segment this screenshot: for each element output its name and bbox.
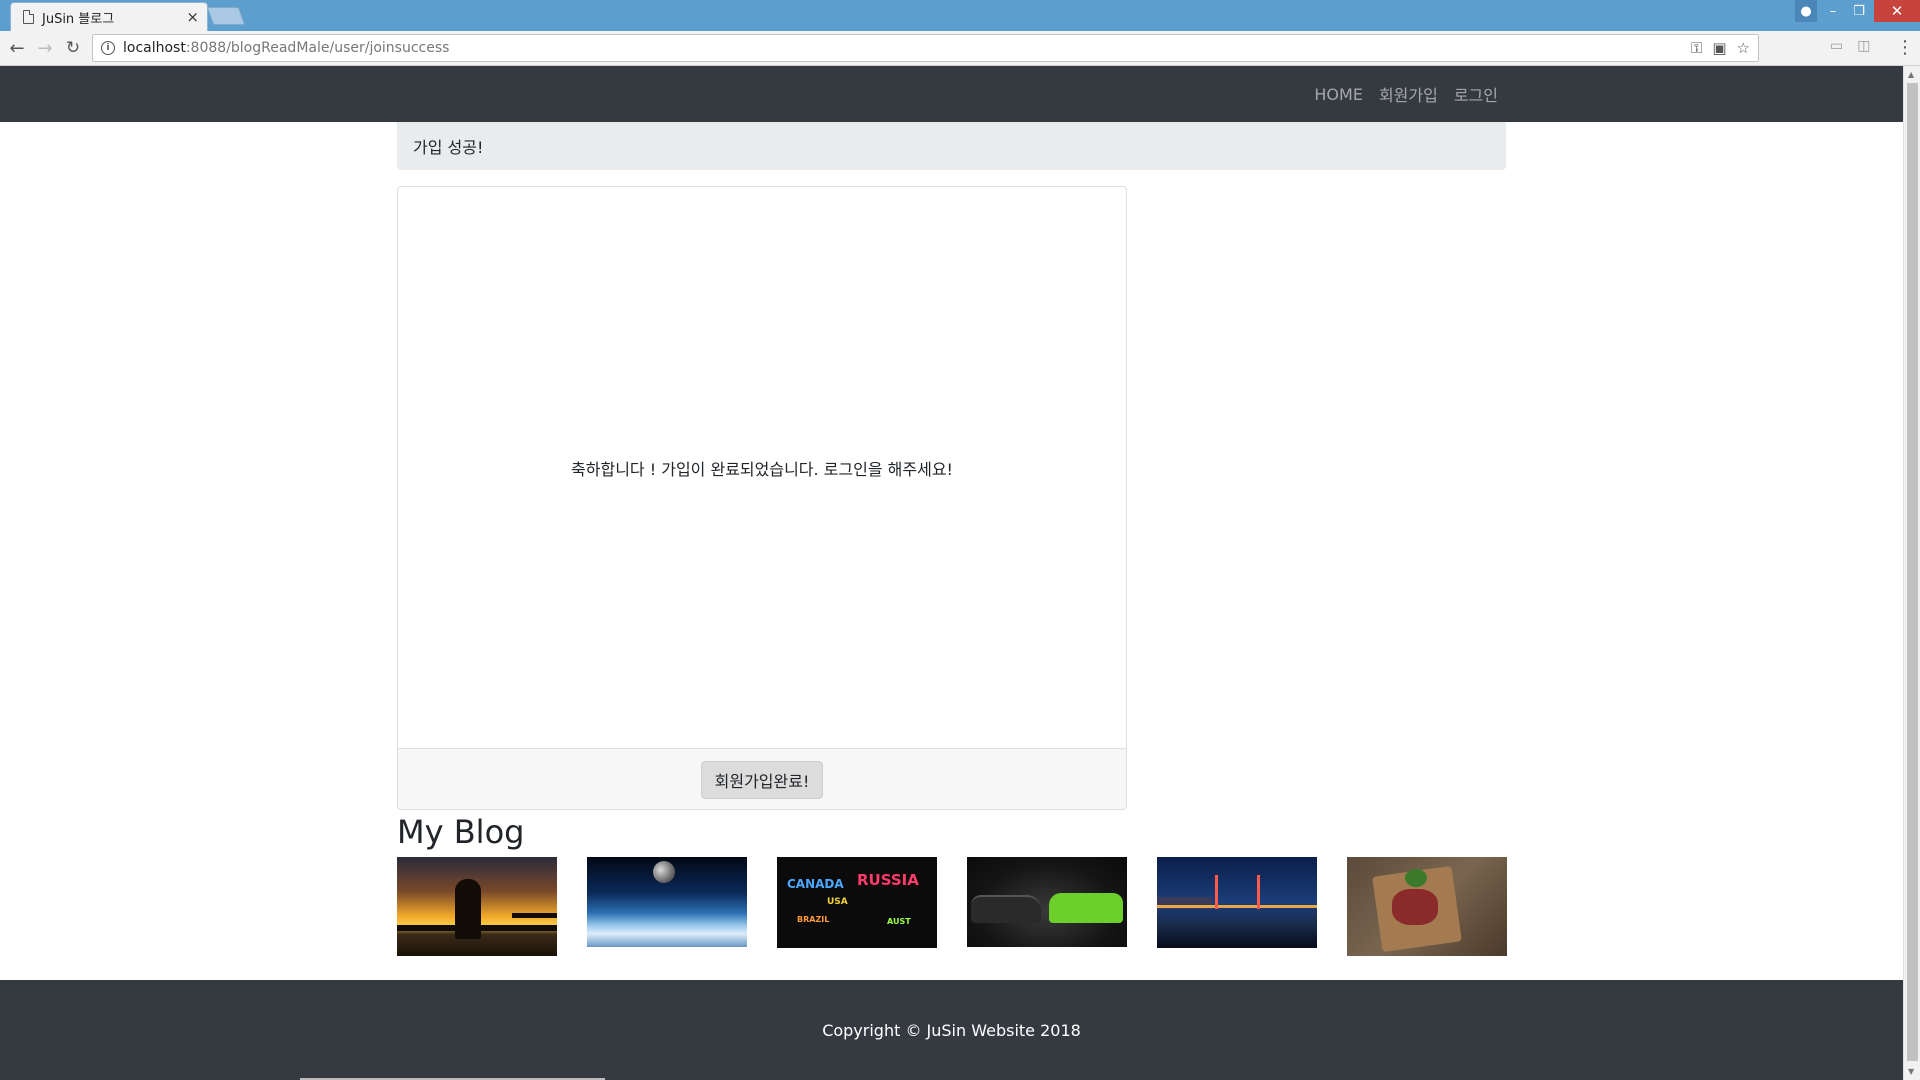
browser-tab[interactable]: JuSin 블로그 × [10, 2, 208, 31]
close-window-button[interactable]: ✕ [1874, 0, 1920, 22]
restore-button[interactable]: ❐ [1846, 0, 1872, 22]
url-host: localhost [123, 40, 186, 56]
nav-link-join[interactable]: 회원가입 [1379, 82, 1438, 106]
nav-link-login[interactable]: 로그인 [1454, 82, 1498, 106]
join-complete-button[interactable]: 회원가입완료! [700, 760, 824, 799]
map-word-brazil: BRAZIL [797, 915, 830, 924]
thumbnail-night-bridge[interactable] [1157, 857, 1317, 948]
map-word-russia: RUSSIA [857, 871, 919, 889]
scroll-up-icon[interactable]: ▲ [1908, 70, 1914, 79]
site-footer: Copyright © JuSin Website 2018 [0, 980, 1903, 1080]
thumbnail-sunset-couple[interactable] [397, 857, 557, 956]
page-scrollbar[interactable]: ▲ ▼ [1903, 66, 1920, 1080]
translate-icon[interactable]: ▣ [1712, 39, 1726, 57]
page-icon [23, 10, 34, 24]
site-navbar: HOME 회원가입 로그인 [0, 66, 1903, 122]
extension-icon[interactable]: ▭ [1830, 38, 1843, 54]
map-word-aust: AUST [887, 917, 911, 926]
scrollbar-thumb[interactable] [1907, 83, 1918, 1061]
blog-heading: My Blog [397, 813, 525, 851]
bookmark-star-icon[interactable]: ☆ [1737, 39, 1750, 57]
minimize-button[interactable]: – [1820, 0, 1846, 22]
info-icon[interactable]: i [101, 41, 115, 55]
map-word-canada: CANADA [787, 877, 844, 891]
tab-close-icon[interactable]: × [186, 8, 199, 26]
user-profile-icon[interactable]: ● [1795, 0, 1817, 22]
browser-toolbar: ← → ↻ i localhost:8088/blogReadMale/user… [0, 31, 1920, 66]
tab-title: JuSin 블로그 [42, 11, 115, 27]
new-tab-button[interactable] [206, 7, 246, 25]
nav-link-home[interactable]: HOME [1314, 85, 1363, 104]
browser-menu-icon[interactable]: ⋮ [1896, 37, 1914, 58]
page-viewport: HOME 회원가입 로그인 가입 성공! 축하합니다 ! 가입이 완료되었습니다… [0, 66, 1903, 1080]
forward-arrow-icon[interactable]: → [34, 37, 56, 59]
extension-icon-2[interactable]: ◫ [1857, 38, 1870, 54]
scroll-down-icon[interactable]: ▼ [1908, 1067, 1914, 1076]
back-arrow-icon[interactable]: ← [6, 37, 28, 59]
card-footer: 회원가입완료! [398, 748, 1126, 809]
breadcrumb: 가입 성공! [397, 122, 1506, 170]
thumbnail-steak-board[interactable] [1347, 857, 1507, 956]
card-body: 축하합니다 ! 가입이 완료되었습니다. 로그인을 해주세요! [398, 187, 1126, 748]
copyright-text: Copyright © JuSin Website 2018 [822, 1020, 1081, 1040]
reload-icon[interactable]: ↻ [62, 37, 84, 59]
key-icon[interactable]: ⚿ [1691, 39, 1702, 57]
thumbnail-earth-moon[interactable] [587, 857, 747, 947]
map-word-usa: USA [827, 897, 848, 907]
url-path: :8088/blogReadMale/user/joinsuccess [185, 40, 450, 56]
join-success-card: 축하합니다 ! 가입이 완료되었습니다. 로그인을 해주세요! 회원가입완료! [397, 186, 1127, 810]
browser-titlebar: JuSin 블로그 × ● – ❐ ✕ [0, 0, 1920, 31]
success-message: 축하합니다 ! 가입이 완료되었습니다. 로그인을 해주세요! [571, 459, 953, 479]
thumbnail-world-map-words[interactable]: CANADA RUSSIA USA AUST BRAZIL [777, 857, 937, 948]
thumbnail-muscle-cars[interactable] [967, 857, 1127, 947]
address-bar[interactable]: i localhost:8088/blogReadMale/user/joins… [92, 34, 1759, 62]
